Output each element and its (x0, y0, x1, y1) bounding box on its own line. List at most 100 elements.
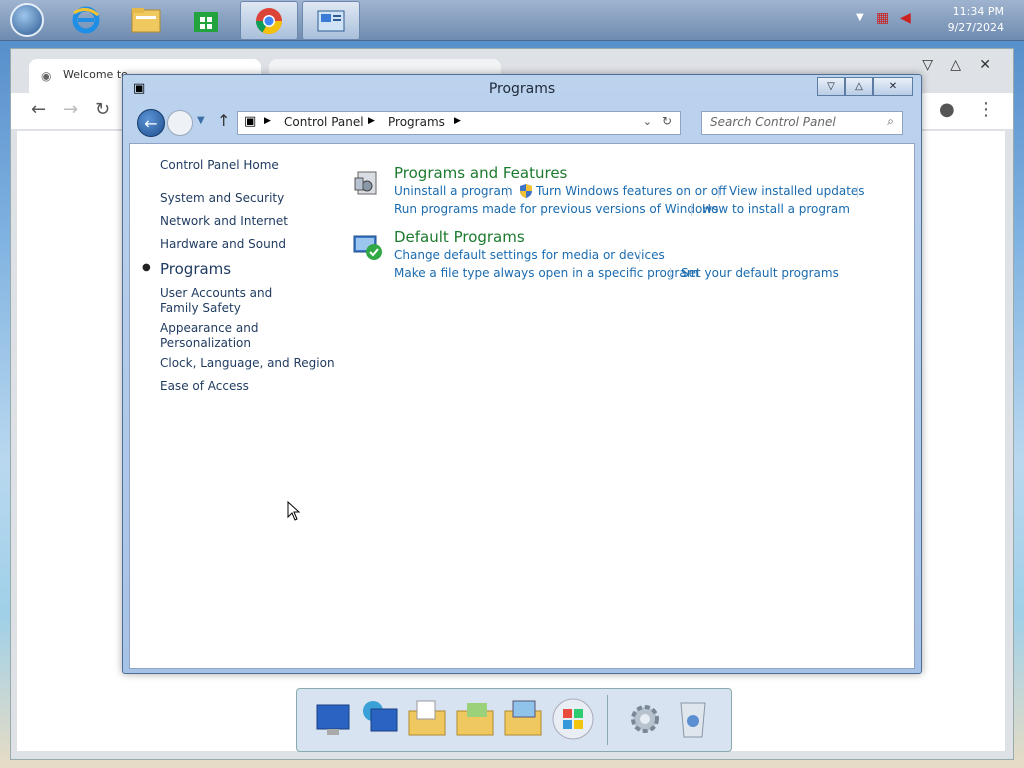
menu-icon[interactable]: ⋮ (977, 99, 995, 120)
breadcrumb-programs[interactable]: Programs (388, 115, 445, 129)
folder-dock-item[interactable] (455, 697, 495, 741)
dock (296, 688, 732, 752)
breadcrumb-control-panel[interactable]: Control Panel (284, 115, 364, 129)
back-arrow-icon[interactable]: ← (31, 99, 46, 120)
breadcrumb-arrow-icon[interactable]: ▶ (454, 116, 461, 126)
chrome-icon (255, 7, 283, 34)
programs-features-icon (354, 171, 377, 195)
computer-dock-item[interactable] (313, 697, 353, 741)
breadcrumb-arrow-icon[interactable]: ▶ (264, 116, 271, 126)
address-bar[interactable]: ▣ ▶ Control Panel ▶ Programs ▶ ⌄ ↻ (237, 111, 681, 135)
computer-icon (316, 704, 350, 735)
show-hidden-icons-icon[interactable]: ▼ (856, 12, 864, 23)
separator (718, 186, 719, 198)
file-type-link[interactable]: Make a file type always open in a specif… (394, 266, 698, 280)
nav-ease-of-access[interactable]: Ease of Access (160, 379, 249, 394)
clock[interactable]: 11:34 PM 9/27/2024 (948, 4, 1004, 36)
search-box[interactable]: Search Control Panel ⌕ (701, 111, 903, 135)
recycle-bin-dock-item[interactable] (673, 697, 713, 741)
file-explorer-button[interactable] (118, 1, 174, 38)
start-dock-item[interactable] (551, 697, 594, 741)
settings-dock-item[interactable] (625, 697, 665, 741)
chevron-down-icon[interactable]: ⌄ (643, 115, 652, 128)
maximize-icon[interactable]: △ (950, 57, 961, 73)
nav-network-internet[interactable]: Network and Internet (160, 214, 288, 229)
search-placeholder: Search Control Panel (710, 115, 836, 129)
control-panel-icon (317, 10, 345, 31)
control-panel-icon: ▣ (244, 114, 257, 129)
gear-icon (631, 705, 659, 733)
clock-time: 11:34 PM (952, 5, 1004, 18)
nav-programs: Programs (160, 260, 232, 278)
nav-system-security[interactable]: System and Security (160, 191, 284, 206)
dock-separator (607, 695, 608, 745)
nav-user-accounts[interactable]: User Accounts and Family Safety (160, 286, 310, 316)
how-to-install-link[interactable]: How to install a program (702, 202, 850, 216)
chrome-button[interactable] (240, 1, 298, 40)
profile-icon[interactable]: ● (939, 99, 955, 120)
store-icon (194, 11, 218, 32)
compatibility-link[interactable]: Run programs made for previous versions … (394, 202, 718, 216)
nav-hardware-sound[interactable]: Hardware and Sound (160, 237, 286, 252)
address-row: ← ▼ ↑ ▣ ▶ Control Panel ▶ Programs ▶ ⌄ ↻… (129, 107, 915, 139)
window-title: Programs (488, 81, 556, 97)
separator (507, 186, 508, 198)
internet-explorer-icon (72, 6, 100, 33)
back-arrow-icon: ← (144, 113, 158, 133)
taskbar: ▼ ▦ ◀ 11:34 PM 9/27/2024 (0, 0, 1024, 41)
back-button[interactable]: ← (137, 109, 165, 137)
nav-appearance[interactable]: Appearance and Personalization (160, 321, 270, 351)
network-icon[interactable]: ▦ (876, 10, 889, 26)
pictures-folder-icon (504, 700, 542, 736)
reload-icon[interactable]: ↻ (95, 99, 110, 120)
forward-arrow-icon[interactable]: → (63, 99, 78, 120)
system-tray: ▼ ▦ ◀ 11:34 PM 9/27/2024 (854, 0, 1024, 40)
forward-button[interactable] (167, 110, 193, 136)
network-dock-item[interactable] (359, 697, 399, 741)
uac-shield-icon (520, 184, 532, 198)
default-media-settings-link[interactable]: Change default settings for media or dev… (394, 248, 665, 262)
separator (639, 250, 640, 262)
set-default-programs-link[interactable]: Set your default programs (681, 266, 839, 280)
nav-control-panel-home[interactable]: Control Panel Home (160, 158, 279, 173)
installed-updates-link[interactable]: View installed updates (729, 184, 865, 198)
recycle-bin-icon (680, 702, 706, 738)
windows-store-button[interactable] (178, 1, 234, 38)
programs-features-title[interactable]: Programs and Features (394, 164, 567, 182)
volume-muted-icon[interactable]: ◀ (900, 10, 911, 26)
network-globe-icon (363, 701, 398, 732)
nav-clock-language[interactable]: Clock, Language, and Region (160, 356, 335, 371)
clock-date: 9/27/2024 (947, 21, 1004, 34)
documents-dock-item[interactable] (407, 697, 447, 741)
pictures-dock-item[interactable] (503, 697, 543, 741)
up-arrow-icon[interactable]: ↑ (217, 111, 230, 130)
close-icon: ✕ (888, 81, 898, 92)
close-button[interactable]: ✕ (873, 77, 913, 96)
separator (857, 186, 858, 198)
windows-features-link[interactable]: Turn Windows features on or off (536, 184, 727, 198)
control-panel-button[interactable] (302, 1, 360, 40)
folder-icon (131, 7, 161, 32)
default-programs-icon (353, 235, 382, 260)
control-panel-window: ▣ Programs ▽ △ ✕ ← ▼ ↑ ▣ ▶ Control Panel… (122, 74, 922, 674)
separator (670, 268, 671, 280)
content-area: Control Panel Home System and Security N… (129, 143, 915, 669)
close-icon[interactable]: ✕ (979, 57, 991, 73)
refresh-icon[interactable]: ↻ (662, 114, 672, 128)
minimize-button[interactable]: ▽ (817, 77, 845, 96)
default-programs-title[interactable]: Default Programs (394, 228, 525, 246)
minimize-icon: ▽ (827, 81, 835, 92)
start-button[interactable] (10, 3, 44, 37)
current-item-bullet-icon: ● (142, 262, 151, 273)
maximize-button[interactable]: △ (845, 77, 873, 96)
documents-folder-icon (408, 700, 446, 736)
folder-icon (456, 703, 494, 736)
recent-locations-icon[interactable]: ▼ (197, 115, 205, 126)
uninstall-program-link[interactable]: Uninstall a program (394, 184, 513, 198)
globe-icon: ◉ (41, 69, 52, 83)
minimize-icon[interactable]: ▽ (922, 57, 933, 73)
breadcrumb-arrow-icon[interactable]: ▶ (368, 116, 375, 126)
windows-logo-icon (552, 698, 594, 740)
search-icon: ⌕ (887, 114, 894, 128)
internet-explorer-button[interactable] (58, 1, 114, 38)
